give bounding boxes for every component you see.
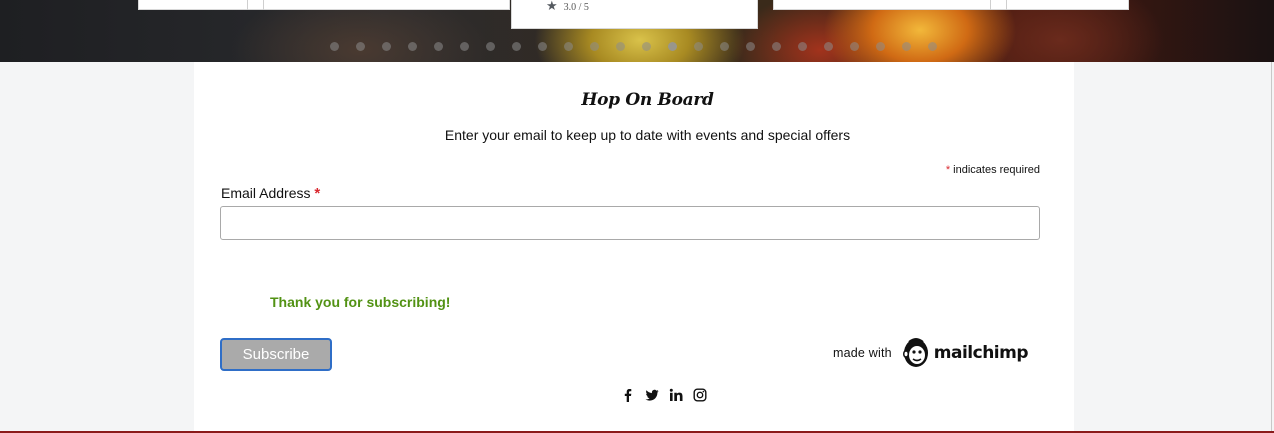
made-with-text: made with bbox=[833, 346, 892, 360]
success-message: Thank you for subscribing! bbox=[270, 294, 451, 310]
email-field[interactable] bbox=[220, 206, 1040, 240]
form-subtitle: Enter your email to keep up to date with… bbox=[444, 127, 851, 143]
carousel-dot[interactable] bbox=[564, 42, 573, 51]
carousel-dot-active[interactable] bbox=[668, 42, 677, 51]
hero-banner: ★ 3.0 / 5 bbox=[0, 0, 1274, 62]
carousel-dot[interactable] bbox=[408, 42, 417, 51]
newsletter-signup-form: Hop On Board Enter your email to keep up… bbox=[194, 62, 1074, 433]
rating: ★ 3.0 / 5 bbox=[546, 0, 589, 14]
carousel-dot[interactable] bbox=[824, 42, 833, 51]
scroll-edge bbox=[1271, 62, 1272, 433]
carousel-dot[interactable] bbox=[928, 42, 937, 51]
carousel-dot[interactable] bbox=[356, 42, 365, 51]
carousel-dot[interactable] bbox=[876, 42, 885, 51]
twitter-icon[interactable] bbox=[645, 388, 659, 402]
carousel-card-active[interactable]: ★ 3.0 / 5 bbox=[511, 0, 758, 29]
email-label-text: Email Address bbox=[221, 185, 311, 201]
carousel-dot[interactable] bbox=[720, 42, 729, 51]
carousel-dot[interactable] bbox=[642, 42, 651, 51]
mailchimp-logo-text: mailchimp bbox=[933, 343, 1029, 363]
email-label: Email Address * bbox=[221, 185, 320, 202]
carousel-dot[interactable] bbox=[772, 42, 781, 51]
mailchimp-badge[interactable]: made with mailchimp bbox=[833, 335, 1029, 371]
carousel-dot[interactable] bbox=[486, 42, 495, 51]
carousel-dot[interactable] bbox=[434, 42, 443, 51]
form-title: Hop On Board bbox=[581, 90, 714, 110]
carousel-dots bbox=[0, 42, 1274, 52]
carousel-dot[interactable] bbox=[694, 42, 703, 51]
facebook-icon[interactable] bbox=[621, 388, 635, 402]
linkedin-icon[interactable] bbox=[669, 388, 683, 402]
carousel-dot[interactable] bbox=[850, 42, 859, 51]
required-note-text: indicates required bbox=[953, 164, 1040, 176]
social-links bbox=[621, 388, 707, 402]
instagram-icon[interactable] bbox=[693, 388, 707, 402]
required-asterisk: * bbox=[945, 164, 951, 176]
carousel-dot[interactable] bbox=[538, 42, 547, 51]
carousel-dot[interactable] bbox=[460, 42, 469, 51]
rating-value: 3.0 / 5 bbox=[563, 1, 589, 13]
carousel-card[interactable] bbox=[138, 0, 510, 10]
carousel-dot[interactable] bbox=[330, 42, 339, 51]
carousel-card[interactable] bbox=[773, 0, 1129, 10]
subscribe-button[interactable]: Subscribe bbox=[220, 338, 332, 371]
required-asterisk: * bbox=[314, 185, 321, 202]
carousel-dot[interactable] bbox=[590, 42, 599, 51]
mailchimp-freddie-icon bbox=[902, 338, 928, 367]
carousel-dot[interactable] bbox=[902, 42, 911, 51]
carousel-dot[interactable] bbox=[616, 42, 625, 51]
carousel-dot[interactable] bbox=[746, 42, 755, 51]
carousel-dot[interactable] bbox=[512, 42, 521, 51]
carousel-dot[interactable] bbox=[382, 42, 391, 51]
carousel-dot[interactable] bbox=[798, 42, 807, 51]
star-icon: ★ bbox=[546, 0, 558, 14]
required-indicator-note: * indicates required bbox=[946, 164, 1040, 176]
